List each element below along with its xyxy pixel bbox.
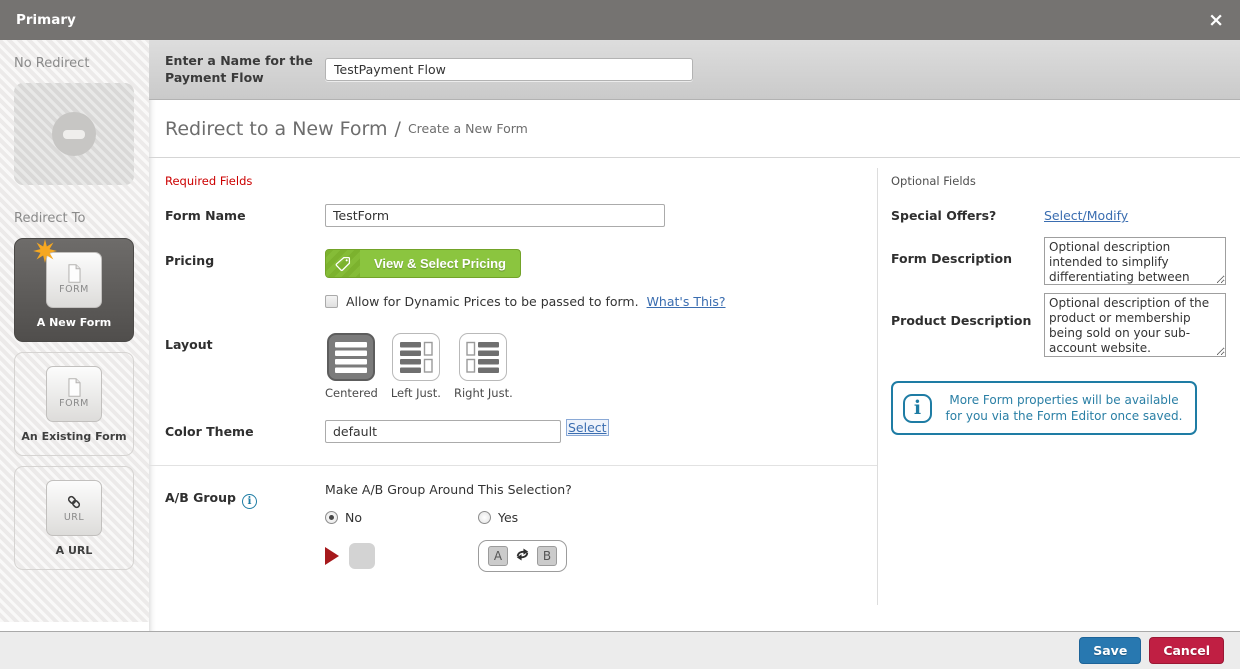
radio-yes-icon[interactable] [478,511,491,524]
pricing-label: Pricing [165,249,325,268]
price-tag-icon [326,250,360,277]
close-icon[interactable]: × [1208,11,1224,30]
flow-name-input[interactable] [325,58,693,81]
sidebar-item-label: A New Form [37,316,112,329]
view-select-pricing-button[interactable]: View & Select Pricing [325,249,521,278]
form-icon: FORM [46,366,102,422]
ab-group-label: A/B Group [165,490,236,505]
optional-fields-panel: Optional Fields Special Offers? Select/M… [877,158,1240,631]
dialog-titlebar: Primary × [0,0,1240,40]
layout-option-left-justified[interactable]: Left Just. [391,333,441,400]
flow-name-label: Enter a Name for the Payment Flow [165,53,315,86]
dialog-footer: Save Cancel [0,631,1240,669]
page-subtitle: Create a New Form [408,121,528,136]
form-editor-info-box: i More Form properties will be available… [891,381,1197,435]
sidebar-item-new-form[interactable]: FORM A New Form [14,238,134,342]
required-fields-panel: Required Fields Form Name Pricing [149,158,877,631]
cancel-button[interactable]: Cancel [1149,637,1224,664]
sidebar-item-label: A URL [56,544,93,557]
ab-radio-no[interactable]: No [325,510,478,525]
form-name-label: Form Name [165,204,325,223]
no-redirect-option[interactable] [14,83,134,185]
ab-group-question: Make A/B Group Around This Selection? [325,482,877,497]
sidebar-item-label: An Existing Form [21,430,126,443]
swap-icon [514,547,531,565]
ab-radio-yes[interactable]: Yes [478,510,631,525]
layout-option-centered[interactable]: Centered [325,333,378,400]
color-theme-label: Color Theme [165,420,325,439]
sidebar-item-url[interactable]: URL A URL [14,466,134,570]
no-redirect-label: No Redirect [14,56,135,71]
layout-centered-icon [327,333,375,381]
variant-a-icon: A [488,546,508,566]
special-offers-label: Special Offers? [891,208,1044,223]
save-button[interactable]: Save [1079,637,1141,664]
radio-no-icon[interactable] [325,511,338,524]
sidebar-item-existing-form[interactable]: FORM An Existing Form [14,352,134,456]
variant-b-icon: B [537,546,557,566]
payment-flow-dialog: Primary × No Redirect Redirect To FORM [0,0,1240,669]
minus-icon [52,112,96,156]
form-description-label: Form Description [891,237,1044,266]
color-theme-input[interactable] [325,420,561,443]
redirect-to-label: Redirect To [14,211,135,226]
dynamic-prices-label: Allow for Dynamic Prices to be passed to… [346,294,639,309]
title-separator: / [395,118,401,140]
single-flow-illustration [325,543,478,569]
ab-split-illustration: A B [478,540,567,572]
layout-left-icon [392,333,440,381]
color-theme-select-link[interactable]: Select [567,420,608,435]
section-heading: Redirect to a New Form / Create a New Fo… [149,100,1240,158]
info-icon: i [903,394,932,423]
dialog-title: Primary [16,12,76,28]
single-step-icon [349,543,375,569]
flow-name-bar: Enter a Name for the Payment Flow [149,40,1240,100]
form-description-textarea[interactable]: Optional description intended to simplif… [1044,237,1226,285]
link-icon: URL [46,480,102,536]
redirect-sidebar: No Redirect Redirect To FORM A New Form [0,40,149,622]
section-divider [149,465,877,466]
main-panel: Enter a Name for the Payment Flow Redire… [149,40,1240,631]
info-note-text: More Form properties will be available f… [943,392,1185,424]
layout-label: Layout [165,333,325,352]
product-description-label: Product Description [891,293,1044,328]
required-fields-label: Required Fields [165,174,877,188]
layout-right-icon [459,333,507,381]
ab-group-info-icon[interactable]: i [242,494,257,509]
page-title: Redirect to a New Form [165,118,388,140]
product-description-textarea[interactable]: Optional description of the product or m… [1044,293,1226,357]
dynamic-prices-checkbox[interactable] [325,295,338,308]
play-icon [325,547,339,565]
whats-this-link[interactable]: What's This? [647,294,726,309]
form-name-input[interactable] [325,204,665,227]
layout-option-right-justified[interactable]: Right Just. [454,333,513,400]
new-star-icon [32,238,58,267]
optional-fields-title: Optional Fields [891,174,1226,188]
special-offers-select-modify-link[interactable]: Select/Modify [1044,208,1128,223]
